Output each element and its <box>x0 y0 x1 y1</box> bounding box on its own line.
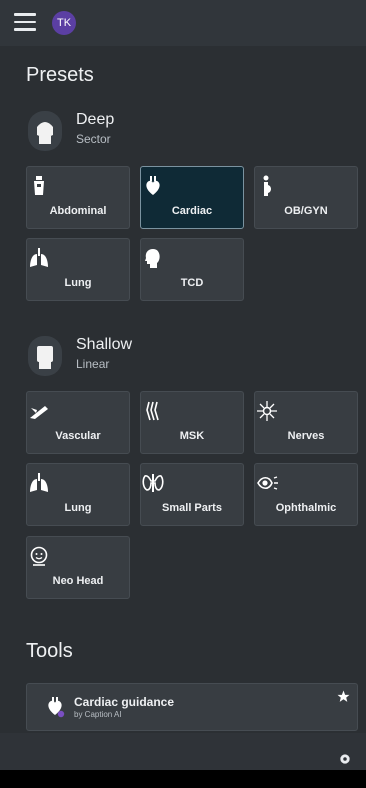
bottom-strip <box>0 770 366 788</box>
shallow-probe-name: Shallow <box>76 336 133 353</box>
preset-abdominal[interactable]: Abdominal <box>26 166 130 229</box>
favorite-star-icon[interactable] <box>337 690 350 703</box>
deep-probe-group: Deep Sector <box>28 111 228 155</box>
preset-small-parts[interactable]: Small Parts <box>140 463 244 526</box>
cardiac-guidance-icon <box>48 697 65 718</box>
preset-vascular[interactable]: Vascular <box>26 391 130 454</box>
linear-probe-icon <box>28 336 62 376</box>
tile-label: Neo Head <box>52 575 104 587</box>
deep-probe-name: Deep <box>76 111 115 128</box>
tool-name: Cardiac guidance <box>74 695 175 709</box>
avatar[interactable]: TK <box>52 11 76 35</box>
tile-label: Vascular <box>55 430 101 442</box>
menu-icon[interactable] <box>14 13 36 31</box>
heart-icon <box>146 176 160 195</box>
tile-label: Small Parts <box>162 502 222 514</box>
preset-lung-shallow[interactable]: Lung <box>26 463 130 526</box>
lungs-icon <box>30 473 48 492</box>
tile-label: TCD <box>180 277 204 289</box>
eye-icon <box>257 476 278 490</box>
tile-label: Cardiac <box>171 205 213 217</box>
nerve-icon <box>257 401 277 421</box>
head-icon <box>145 249 160 268</box>
knee-icon <box>146 401 159 421</box>
shallow-probe-group: Shallow Linear <box>28 336 228 380</box>
tile-label: Ophthalmic <box>275 502 337 514</box>
preset-nerves[interactable]: Nerves <box>254 391 358 454</box>
tile-label: OB/GYN <box>284 205 328 217</box>
preset-neo-head[interactable]: Neo Head <box>26 536 130 599</box>
abdominal-icon <box>34 176 44 195</box>
preset-obgyn[interactable]: OB/GYN <box>254 166 358 229</box>
deep-probe-type: Sector <box>76 132 111 146</box>
tool-cardiac-guidance[interactable]: Cardiac guidance by Caption AI <box>26 683 358 731</box>
preset-lung[interactable]: Lung <box>26 238 130 301</box>
preset-msk[interactable]: MSK <box>140 391 244 454</box>
preset-cardiac[interactable]: Cardiac <box>140 166 244 229</box>
preset-ophthalmic[interactable]: Ophthalmic <box>254 463 358 526</box>
pregnancy-icon <box>263 175 271 196</box>
top-bar: TK <box>0 0 366 46</box>
shallow-probe-type: Linear <box>76 357 110 371</box>
presets-title: Presets <box>26 64 94 86</box>
tool-provider: by Caption AI <box>74 710 122 719</box>
tile-label: Lung <box>64 502 92 514</box>
tile-label: Lung <box>64 277 92 289</box>
tile-label: Abdominal <box>49 205 107 217</box>
vessel-icon <box>30 406 48 419</box>
tile-label: MSK <box>179 430 205 442</box>
sector-probe-icon <box>28 111 62 151</box>
baby-face-icon <box>30 546 48 566</box>
thyroid-icon <box>142 474 164 492</box>
tile-label: Nerves <box>287 430 325 442</box>
tools-title: Tools <box>26 640 73 662</box>
lungs-icon <box>30 248 48 267</box>
settings-icon[interactable] <box>338 752 352 766</box>
preset-tcd[interactable]: TCD <box>140 238 244 301</box>
